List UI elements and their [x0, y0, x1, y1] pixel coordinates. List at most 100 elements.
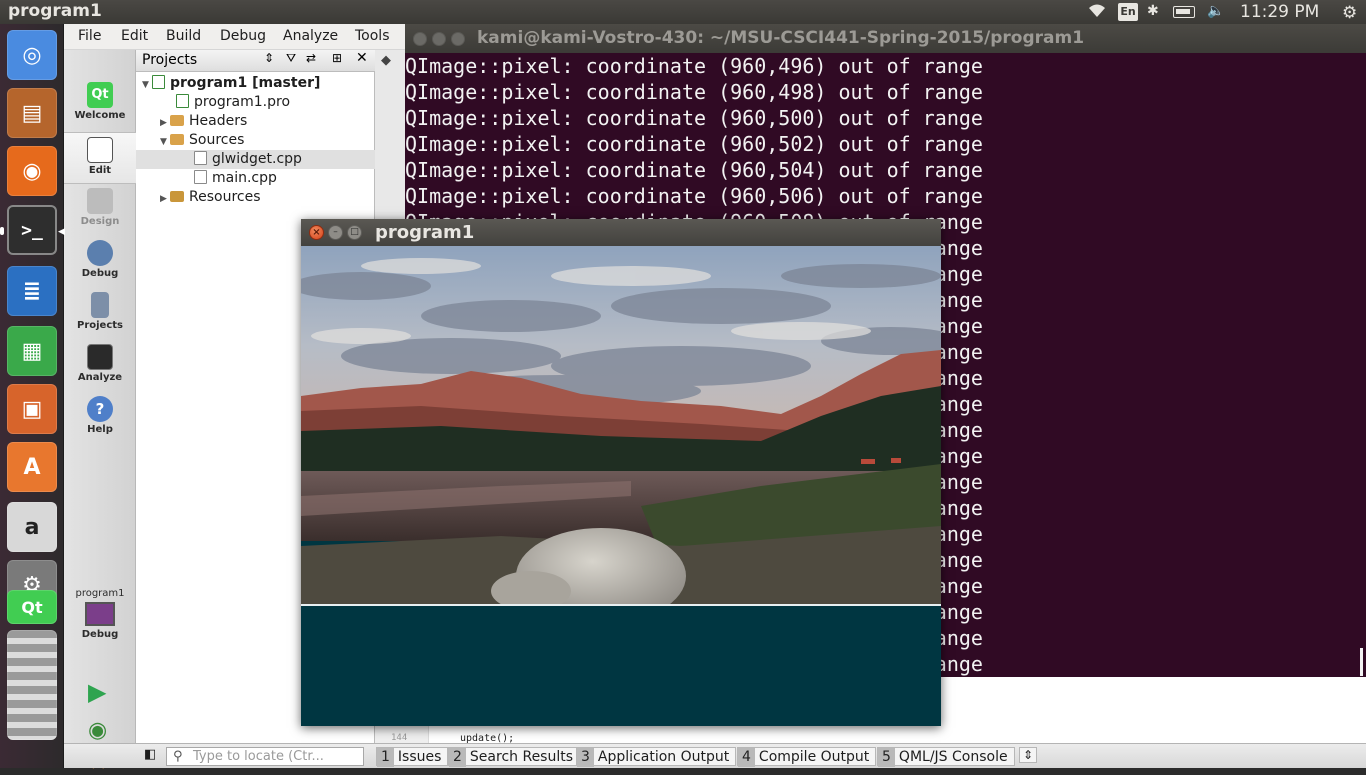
mode-welcome[interactable]: Qt Welcome — [64, 78, 136, 130]
mode-analyze[interactable]: Analyze — [64, 340, 136, 392]
menu-file[interactable]: File — [78, 28, 101, 44]
close-icon[interactable]: ✕ — [356, 50, 368, 66]
folder-icon — [170, 134, 184, 145]
tab-search-results[interactable]: 2 Search Results — [448, 747, 581, 767]
tab-label: QML/JS Console — [898, 749, 1008, 765]
cpp-file-icon — [194, 170, 207, 184]
tree-item-pro-file[interactable]: program1.pro — [176, 93, 372, 112]
tree-item-headers[interactable]: ▶ Headers — [160, 112, 372, 131]
menu-debug[interactable]: Debug — [220, 28, 266, 44]
gl-landscape-image[interactable] — [301, 246, 941, 605]
maximize-icon[interactable]: □ — [347, 225, 362, 240]
mode-selector: Qt Welcome Edit Design Debug Projects An… — [64, 50, 136, 775]
program1-titlebar: × – □ program1 — [301, 219, 941, 246]
kit-build-mode: Debug — [81, 629, 119, 640]
menu-tools[interactable]: Tools — [355, 28, 390, 44]
toggle-sidebar-icon[interactable]: ◧ — [144, 747, 156, 762]
software-center-icon[interactable]: A — [7, 442, 57, 492]
files-icon[interactable]: ▤ — [7, 88, 57, 138]
design-icon — [87, 188, 113, 214]
bluetooth-icon[interactable]: ✱ — [1147, 3, 1159, 19]
tree-item-label: program1 [master] — [170, 75, 321, 91]
tree-item-label: glwidget.cpp — [212, 151, 302, 167]
filter-icon[interactable]: ⛛ — [286, 51, 296, 66]
qt-creator-icon[interactable]: Qt — [7, 590, 57, 624]
menu-analyze[interactable]: Analyze — [283, 28, 338, 44]
terminal-scrollbar[interactable] — [1360, 648, 1363, 676]
run-icon[interactable]: ▶ — [88, 678, 106, 706]
menu-bar: File Edit Build Debug Analyze Tools — [64, 24, 405, 50]
maximize-icon[interactable] — [451, 32, 465, 46]
workspace-switcher-icon[interactable] — [7, 630, 57, 740]
terminal-title: kami@kami-Vostro-430: ~/MSU-CSCI441-Spri… — [477, 28, 1085, 48]
minimize-icon[interactable]: – — [328, 225, 343, 240]
tab-number: 1 — [377, 748, 394, 767]
tree-item-sources[interactable]: ▼ Sources — [160, 131, 372, 150]
clock[interactable]: 11:29 PM — [1240, 2, 1319, 22]
mode-help[interactable]: ? Help — [64, 392, 136, 444]
active-indicator: ◀ — [58, 227, 65, 237]
calc-icon[interactable]: ▦ — [7, 326, 57, 376]
expanded-arrow-icon[interactable]: ▼ — [142, 76, 152, 95]
menu-build[interactable]: Build — [166, 28, 201, 44]
volume-icon[interactable]: 🔈 — [1207, 3, 1224, 19]
tab-qml-console[interactable]: 5 QML/JS Console — [877, 747, 1015, 767]
mode-edit[interactable]: Edit — [64, 132, 136, 184]
landscape-photo — [301, 246, 941, 605]
tab-application-output[interactable]: 3 Application Output — [576, 747, 737, 767]
terminal-icon[interactable]: >_ — [7, 205, 57, 255]
mode-projects[interactable]: Projects — [64, 288, 136, 340]
menu-edit[interactable]: Edit — [121, 28, 148, 44]
mode-label: Edit — [88, 165, 112, 176]
cpp-file-icon — [194, 151, 207, 165]
debug-bug-icon — [87, 240, 113, 266]
keyboard-layout-indicator[interactable]: En — [1118, 3, 1138, 21]
more-tabs-icon[interactable]: ⇕ — [1019, 747, 1038, 763]
amazon-icon[interactable]: a — [7, 502, 57, 552]
tree-item-label: main.cpp — [212, 170, 277, 186]
tab-issues[interactable]: 1 Issues — [376, 747, 449, 767]
pro-file-icon — [176, 94, 189, 108]
firefox-icon[interactable]: ◉ — [7, 146, 57, 196]
link-editor-icon[interactable]: ⇄ — [306, 51, 316, 65]
settings-icon[interactable]: ⚙ — [1342, 3, 1357, 23]
locator-placeholder: Type to locate (Ctr... — [193, 749, 324, 764]
mode-design[interactable]: Design — [64, 184, 136, 236]
close-icon[interactable]: × — [309, 225, 324, 240]
start-debugging-icon[interactable]: ◉ — [88, 718, 107, 743]
writer-icon[interactable]: ≣ — [7, 266, 57, 316]
tree-item-project[interactable]: ▼ program1 [master] — [142, 74, 372, 93]
split-icon[interactable]: ⊞ — [332, 51, 342, 65]
tab-number: 5 — [878, 748, 895, 767]
tab-label: Application Output — [597, 749, 730, 765]
tree-item-glwidget[interactable]: glwidget.cpp — [136, 150, 375, 169]
kit-selector[interactable]: program1 Debug — [64, 588, 136, 652]
program1-title: program1 — [375, 222, 475, 243]
edit-document-icon — [87, 137, 113, 163]
combo-arrows-icon[interactable]: ⇕ — [264, 51, 274, 65]
mode-label: Design — [80, 216, 120, 227]
viewport-divider — [301, 604, 941, 606]
tree-item-label: Resources — [189, 189, 261, 205]
collapsed-arrow-icon[interactable]: ▶ — [160, 190, 170, 209]
wifi-icon[interactable] — [1087, 3, 1107, 23]
close-icon[interactable] — [413, 32, 427, 46]
mode-label: Projects — [76, 320, 123, 331]
tab-number: 4 — [738, 748, 755, 767]
minimize-icon[interactable] — [432, 32, 446, 46]
tab-number: 3 — [577, 748, 594, 767]
top-panel: program1 En ✱ 🔈 11:29 PM ⚙ — [0, 0, 1366, 24]
back-arrow-icon[interactable]: ◆ — [381, 53, 391, 68]
qt-logo-icon: Qt — [87, 82, 113, 108]
tree-item-resources[interactable]: ▶ Resources — [160, 188, 372, 207]
tree-item-main[interactable]: main.cpp — [194, 169, 372, 188]
projects-view-selector[interactable]: Projects — [142, 52, 197, 68]
tab-compile-output[interactable]: 4 Compile Output — [737, 747, 877, 767]
impress-icon[interactable]: ▣ — [7, 384, 57, 434]
search-icon: ⚲ — [173, 749, 183, 764]
dash-icon[interactable]: ◎ — [7, 30, 57, 80]
locator-input[interactable]: ⚲ Type to locate (Ctr... — [166, 747, 364, 766]
mode-label: Analyze — [77, 372, 123, 383]
mode-debug[interactable]: Debug — [64, 236, 136, 288]
battery-icon[interactable] — [1173, 6, 1195, 18]
